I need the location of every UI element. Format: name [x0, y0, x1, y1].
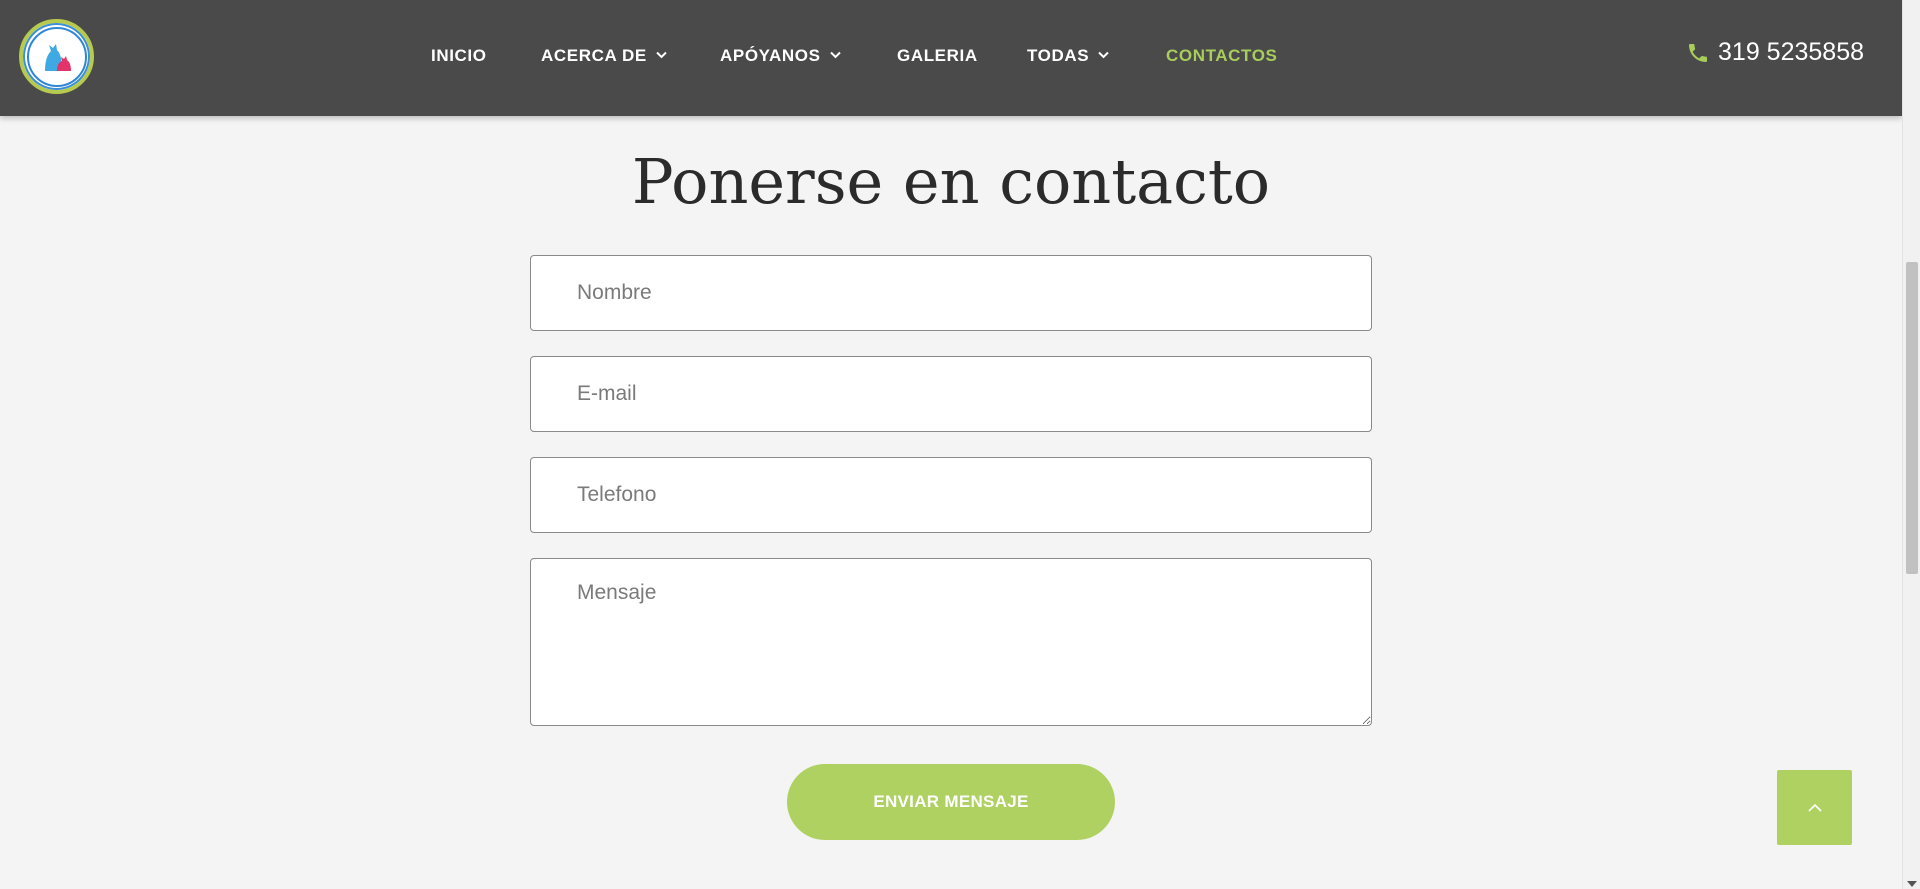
page-title: Ponerse en contacto: [631, 145, 1271, 218]
chevron-down-icon: [1098, 51, 1109, 59]
name-field[interactable]: [530, 255, 1372, 331]
nav-item-todas[interactable]: TODAS: [1027, 46, 1109, 66]
nav-label: GALERIA: [897, 46, 978, 65]
nav-label: APÓYANOS: [720, 46, 821, 65]
nav-item-acerca-de[interactable]: ACERCA DE: [541, 46, 667, 66]
main-nav: INICIO ACERCA DE APÓYANOS GALERIA TODAS …: [0, 0, 1902, 116]
nav-label: TODAS: [1027, 46, 1090, 65]
header-phone[interactable]: 319 5235858: [1686, 38, 1864, 67]
nav-item-inicio[interactable]: INICIO: [431, 46, 487, 66]
chevron-up-icon: [1807, 803, 1822, 812]
nav-item-contactos[interactable]: CONTACTOS: [1166, 46, 1278, 66]
nav-label: CONTACTOS: [1166, 46, 1278, 65]
chevron-down-icon: [829, 51, 841, 59]
phone-field[interactable]: [530, 457, 1372, 533]
email-field[interactable]: [530, 356, 1372, 432]
chevron-down-icon: [656, 51, 667, 59]
site-header: INICIO ACERCA DE APÓYANOS GALERIA TODAS …: [0, 0, 1902, 116]
scrollbar-thumb[interactable]: [1906, 262, 1918, 574]
nav-item-apoyanos[interactable]: APÓYANOS: [720, 46, 841, 66]
nav-item-galeria[interactable]: GALERIA: [897, 46, 978, 66]
message-field[interactable]: [530, 558, 1372, 726]
send-message-button[interactable]: ENVIAR MENSAJE: [787, 764, 1115, 840]
phone-icon: [1689, 43, 1708, 62]
scroll-down-arrow-icon[interactable]: [1907, 881, 1917, 887]
scroll-to-top-button[interactable]: [1777, 770, 1852, 845]
phone-number: 319 5235858: [1718, 38, 1864, 66]
page-scrollbar[interactable]: [1902, 0, 1920, 889]
nav-label: ACERCA DE: [541, 46, 647, 65]
nav-label: INICIO: [431, 46, 487, 65]
